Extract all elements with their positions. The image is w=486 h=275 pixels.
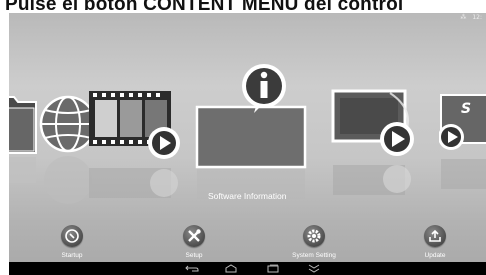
setup-label: Setup (185, 252, 203, 259)
home-icon[interactable] (223, 264, 239, 273)
content-carousel: S Software Information (9, 13, 486, 213)
slideshow-icon[interactable] (330, 83, 425, 208)
system-setting-label: System Setting (292, 252, 336, 259)
startup-icon (65, 229, 79, 243)
instruction-text: Pulse el botón CONTENT MENU del control (5, 0, 404, 14)
folder-icon[interactable] (9, 93, 40, 188)
svg-text:S: S (461, 101, 471, 117)
android-screen: ⁂ 12: S Software Information Startup Set… (9, 13, 486, 275)
update-label: Update (424, 252, 446, 259)
startup-button[interactable] (61, 225, 83, 247)
update-icon (429, 229, 441, 242)
setup-icon (188, 229, 201, 242)
hide-keyboard-icon[interactable] (306, 264, 322, 273)
system-setting-button[interactable] (303, 225, 325, 247)
film-icon[interactable] (89, 83, 189, 213)
software-information-icon[interactable] (194, 63, 309, 203)
system-setting-icon (307, 229, 321, 243)
update-button[interactable] (424, 225, 446, 247)
setup-button[interactable] (183, 225, 205, 247)
startup-label: Startup (61, 252, 83, 259)
navigation-bar (9, 262, 486, 275)
instruction-caption: Pulse el botón CONTENT MENU del control (0, 0, 486, 14)
selected-item-label: Software Information (208, 191, 287, 201)
back-icon[interactable] (184, 264, 200, 273)
recent-apps-icon[interactable] (265, 264, 281, 273)
s-icon[interactable]: S (439, 93, 486, 208)
